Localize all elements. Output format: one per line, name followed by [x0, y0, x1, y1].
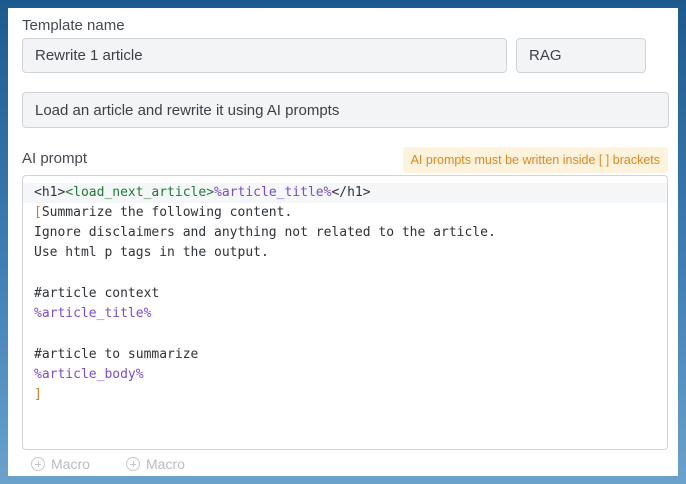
editor-line-11: ] — [34, 387, 42, 402]
open-bracket: [ — [34, 205, 42, 220]
macro-button-label: Macro — [51, 456, 90, 472]
editor-line-10: %article_body% — [34, 367, 144, 382]
editor-line-6: #article context — [34, 286, 160, 301]
template-description-input[interactable]: Load an article and rewrite it using AI … — [22, 92, 669, 128]
ai-prompt-editor[interactable]: <h1><load_next_article>%article_title%</… — [22, 175, 668, 450]
template-name-input[interactable]: Rewrite 1 article — [22, 38, 507, 73]
template-tag-input[interactable]: RAG — [516, 38, 646, 73]
macro-button-1[interactable]: Macro — [31, 456, 90, 472]
template-editor-panel: Template name Rewrite 1 article RAG Load… — [8, 8, 678, 476]
template-tag-value: RAG — [529, 47, 562, 64]
load-next-article-tag: <load_next_article> — [65, 185, 215, 200]
plus-circle-icon — [126, 457, 140, 471]
editor-line-3: Ignore disclaimers and anything not rela… — [34, 225, 496, 240]
macro-button-2[interactable]: Macro — [126, 456, 185, 472]
template-name-value: Rewrite 1 article — [35, 47, 143, 64]
ai-prompt-label: AI prompt — [22, 150, 88, 167]
h1-close-tag: </h1> — [331, 185, 371, 200]
prompt-text-1: Summarize the following content. — [41, 205, 293, 220]
editor-line-2: [Summarize the following content. — [23, 203, 667, 223]
bracket-hint-badge: AI prompts must be written inside [ ] br… — [402, 147, 668, 173]
editor-line-9: #article to summarize — [34, 347, 199, 362]
editor-line-4: Use html p tags in the output. — [34, 245, 269, 260]
editor-line-1: <h1><load_next_article>%article_title%</… — [23, 183, 667, 203]
template-description-value: Load an article and rewrite it using AI … — [35, 101, 340, 119]
plus-circle-icon — [31, 457, 45, 471]
template-name-label: Template name — [22, 17, 125, 34]
h1-open-tag: <h1> — [34, 185, 66, 200]
macro-button-label: Macro — [146, 456, 185, 472]
editor-line-7: %article_title% — [34, 306, 152, 321]
article-title-variable: %article_title% — [214, 185, 332, 200]
